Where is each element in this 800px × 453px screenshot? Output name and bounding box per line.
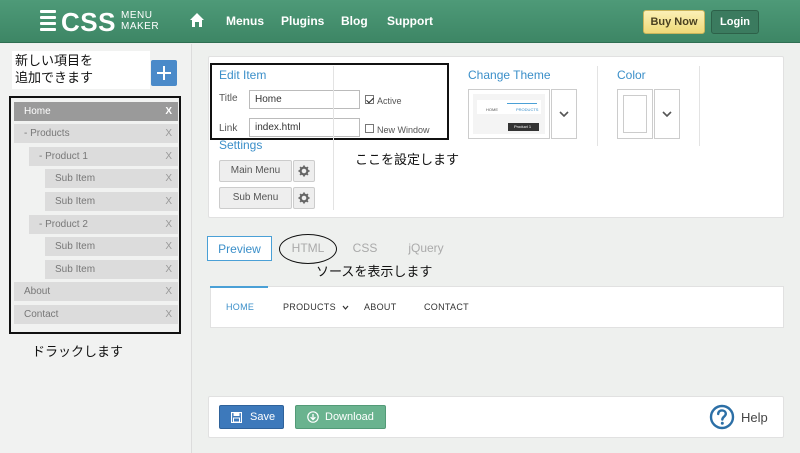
theme-preview-products: PRODUCTS	[516, 107, 539, 112]
nav-plugins[interactable]: Plugins	[281, 14, 324, 28]
chevron-down-icon	[662, 111, 672, 118]
remove-icon[interactable]: X	[165, 192, 172, 211]
nav-support[interactable]: Support	[387, 14, 433, 28]
gear-icon	[298, 165, 310, 177]
tree-item-product-2[interactable]: - Product 2 X	[29, 215, 178, 234]
color-swatch	[623, 95, 647, 133]
remove-icon[interactable]: X	[165, 237, 172, 256]
logo[interactable]: CSS MENU MAKER	[40, 7, 160, 37]
preview-menu-home[interactable]: HOME	[226, 302, 254, 312]
divider	[597, 66, 598, 146]
remove-icon[interactable]: X	[165, 305, 172, 324]
buy-now-button[interactable]: Buy Now	[643, 10, 705, 34]
main-menu-button[interactable]: Main Menu	[219, 160, 292, 182]
theme-preview-home: HOME	[486, 107, 498, 112]
preview-active-indicator	[210, 286, 268, 288]
remove-icon[interactable]: X	[165, 147, 172, 166]
html-tab-highlight	[279, 234, 337, 264]
nav-blog[interactable]: Blog	[341, 14, 368, 28]
add-item-button[interactable]	[151, 60, 177, 86]
divider	[699, 66, 700, 146]
color-title: Color	[617, 68, 646, 82]
divider	[333, 66, 334, 210]
preview-menu-contact[interactable]: CONTACT	[424, 302, 469, 312]
save-label: Save	[250, 411, 276, 423]
tree-item-products[interactable]: - Products X	[14, 124, 178, 143]
tree-item-sub[interactable]: Sub Item X	[45, 169, 178, 188]
home-icon[interactable]	[189, 12, 205, 28]
tree-item-product-1[interactable]: - Product 1 X	[29, 147, 178, 166]
help-link[interactable]: Help	[741, 410, 768, 425]
theme-dropdown[interactable]	[551, 89, 577, 139]
preview-menu-about[interactable]: ABOUT	[364, 302, 397, 312]
tree-item-contact[interactable]: Contact X	[14, 305, 178, 324]
remove-icon[interactable]: X	[165, 124, 172, 143]
save-button[interactable]: Save	[219, 405, 284, 429]
download-button[interactable]: Download	[295, 405, 386, 429]
theme-preview-product1: Product 1	[514, 124, 532, 129]
chevron-down-icon	[342, 305, 349, 310]
help-icon[interactable]	[709, 404, 735, 430]
tree-item-sub[interactable]: Sub Item X	[45, 192, 178, 211]
sub-menu-settings-button[interactable]	[293, 187, 315, 209]
tab-preview[interactable]: Preview	[207, 236, 272, 261]
tree-item-sub[interactable]: Sub Item X	[45, 260, 178, 279]
chevron-down-icon	[559, 111, 569, 118]
tree-item-about[interactable]: About X	[14, 282, 178, 301]
logo-menu-icon	[40, 10, 56, 32]
remove-icon[interactable]: X	[165, 282, 172, 301]
remove-icon[interactable]: X	[165, 215, 172, 234]
download-icon	[307, 411, 319, 423]
top-navbar: CSS MENU MAKER Menus Plugins Blog Suppor…	[0, 0, 800, 43]
gear-icon	[298, 192, 310, 204]
add-item-annotation: 新しい項目を 追加できます	[12, 51, 150, 89]
tree-item-sub[interactable]: Sub Item X	[45, 237, 178, 256]
remove-icon[interactable]: X	[165, 169, 172, 188]
nav-menus[interactable]: Menus	[226, 14, 264, 28]
theme-preview[interactable]: HOME PRODUCTS Product 1	[468, 89, 550, 139]
source-annotation: ソースを表示します	[316, 265, 433, 280]
color-dropdown[interactable]	[654, 89, 680, 139]
tab-jquery[interactable]: jQuery	[398, 236, 454, 261]
change-theme-title: Change Theme	[468, 68, 551, 82]
drag-annotation: ドラックします	[32, 345, 124, 360]
download-label: Download	[325, 411, 374, 423]
settings-title: Settings	[219, 138, 263, 152]
color-preview[interactable]	[617, 89, 653, 139]
settings-annotation: ここを設定します	[355, 153, 460, 168]
floppy-disk-icon	[231, 412, 242, 423]
tree-item-home[interactable]: Home X	[14, 102, 178, 121]
remove-icon[interactable]: X	[165, 102, 172, 121]
logo-subtext: MENU MAKER	[121, 10, 160, 32]
logo-text: CSS	[61, 7, 116, 37]
remove-icon[interactable]: X	[165, 260, 172, 279]
main-menu-settings-button[interactable]	[293, 160, 315, 182]
sub-menu-button[interactable]: Sub Menu	[219, 187, 292, 209]
login-button[interactable]: Login	[711, 10, 759, 34]
preview-menu-products[interactable]: PRODUCTS	[283, 302, 349, 312]
edit-item-highlight	[210, 63, 449, 140]
tab-css[interactable]: CSS	[344, 236, 386, 261]
